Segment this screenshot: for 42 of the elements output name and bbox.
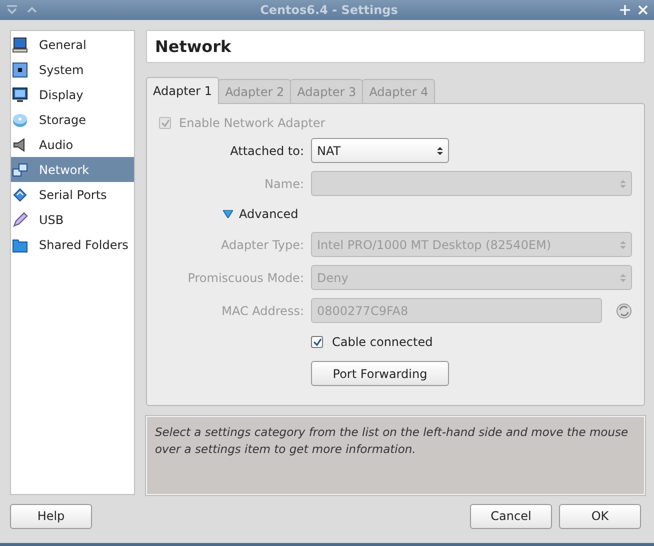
help-button[interactable]: Help xyxy=(10,504,92,528)
menu-icon[interactable] xyxy=(6,5,18,15)
sidebar-item[interactable]: Display xyxy=(11,82,134,107)
page-title: Network xyxy=(155,37,232,56)
field-label: Promiscuous Mode: xyxy=(186,270,304,284)
field-label: MAC Address: xyxy=(220,304,304,318)
cable-checkbox[interactable] xyxy=(311,336,323,348)
network-icon xyxy=(12,162,28,178)
sidebar-item[interactable]: Storage xyxy=(11,107,134,132)
sidebar-item[interactable]: USB xyxy=(11,207,134,232)
spinner-arrows-icon xyxy=(437,146,443,156)
sidebar-item[interactable]: General xyxy=(11,32,134,57)
sidebar-item[interactable]: Network xyxy=(11,157,134,182)
caret-icon[interactable] xyxy=(26,5,38,15)
description-text: Select a settings category from the list on the left-hand side and move the mouse over a settings item to get more information. xyxy=(155,425,628,456)
chip-icon xyxy=(12,62,28,78)
triangle-icon xyxy=(223,210,233,218)
port-forwarding-button[interactable]: Port Forwarding xyxy=(311,361,449,386)
sidebar-item[interactable]: Audio xyxy=(11,132,134,157)
advanced-toggle[interactable]: Advanced xyxy=(159,204,632,224)
field-label: Adapter Type: xyxy=(220,238,304,252)
refresh-icon[interactable] xyxy=(616,302,632,318)
dropdown[interactable]: NAT xyxy=(311,138,449,163)
pen-icon xyxy=(12,212,28,228)
window-title: Centos6.4 - Settings xyxy=(259,3,399,17)
plus-icon[interactable] xyxy=(620,5,630,15)
checkbox-label: Cable connected xyxy=(332,335,433,349)
spinner-arrows-icon xyxy=(620,178,626,188)
sidebar-item[interactable]: Shared Folders xyxy=(11,232,134,257)
spinner-arrows-icon xyxy=(620,272,626,282)
display-icon xyxy=(12,86,28,102)
close-icon[interactable] xyxy=(638,5,648,15)
cancel-button[interactable]: Cancel xyxy=(470,504,552,528)
field-label: Name: xyxy=(264,176,304,190)
sidebar-item[interactable]: System xyxy=(11,57,134,82)
ok-button[interactable]: OK xyxy=(559,504,641,528)
checkbox-label: Enable Network Adapter xyxy=(179,116,326,130)
sidebar-item[interactable]: Serial Ports xyxy=(11,182,134,207)
folder-icon xyxy=(12,236,28,252)
adapter-tab[interactable]: Adapter 1 xyxy=(146,77,220,104)
field-label: Attached to: xyxy=(229,144,304,158)
spinner-arrows-icon xyxy=(620,240,626,250)
